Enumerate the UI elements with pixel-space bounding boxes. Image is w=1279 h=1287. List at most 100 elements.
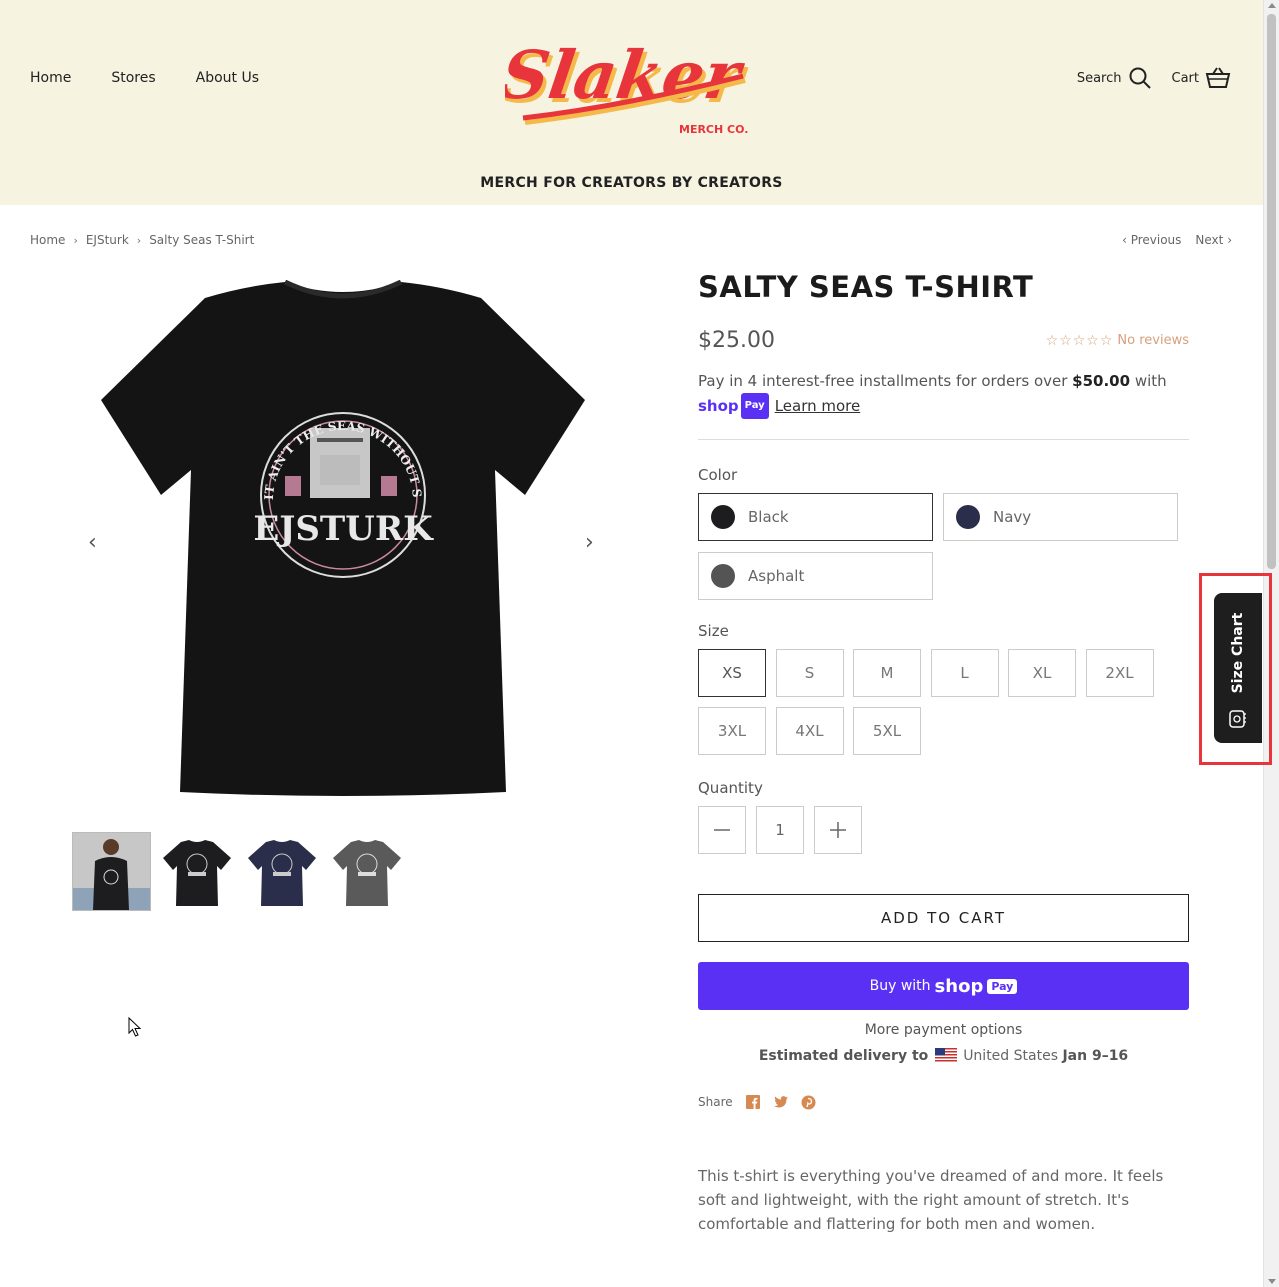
pay-word: Pay xyxy=(740,393,769,419)
shop-word: shop xyxy=(934,975,984,997)
product-info: SALTY SEAS T-SHIRT $25.00 ☆☆☆☆☆ No revie… xyxy=(698,270,1189,1236)
product-description: This t-shirt is everything you've dreame… xyxy=(698,1167,1164,1233)
breadcrumb-current: Salty Seas T-Shirt xyxy=(149,233,255,247)
scroll-thumb[interactable] xyxy=(1267,14,1276,569)
breadcrumb-collection[interactable]: EJSturk xyxy=(86,233,129,247)
us-flag-icon xyxy=(934,1048,957,1062)
size-option-s[interactable]: S xyxy=(775,649,844,697)
price-row: $25.00 ☆☆☆☆☆ No reviews xyxy=(698,328,1189,353)
installments-text: Pay in 4 interest-free installments for … xyxy=(698,372,1073,390)
buy-with-shoppay-button[interactable]: Buy with shop Pay xyxy=(698,962,1189,1010)
nav-stores[interactable]: Stores xyxy=(111,70,155,86)
pinterest-icon[interactable] xyxy=(801,1094,817,1110)
nav-home[interactable]: Home xyxy=(30,70,71,86)
thumbnail-model[interactable] xyxy=(72,832,151,911)
size-label: Size xyxy=(698,622,729,640)
mouse-cursor-icon xyxy=(128,1017,142,1037)
divider xyxy=(698,439,1189,440)
color-option-asphalt[interactable]: Asphalt xyxy=(698,552,933,600)
installments-amount: $50.00 xyxy=(1072,372,1131,390)
measuring-tape-icon xyxy=(1229,710,1246,728)
pay-word: Pay xyxy=(987,978,1018,994)
gallery-thumbnails xyxy=(72,832,406,911)
print-brand: EJSTURK xyxy=(253,509,434,549)
header-actions: Search Cart xyxy=(1077,66,1231,90)
buy-with-label: Buy with xyxy=(869,978,931,994)
size-option-5xl[interactable]: 5XL xyxy=(853,707,921,755)
color-option-navy[interactable]: Navy xyxy=(943,493,1178,541)
size-option-2xl[interactable]: 2XL xyxy=(1085,649,1154,697)
product-title: SALTY SEAS T-SHIRT xyxy=(698,270,1034,304)
tagline: MERCH FOR CREATORS BY CREATORS xyxy=(480,175,783,191)
share-label: Share xyxy=(698,1095,733,1109)
quantity-label: Quantity xyxy=(698,779,763,797)
quantity-stepper: 1 xyxy=(698,806,1189,854)
plus-icon xyxy=(830,822,846,838)
size-chart-tab[interactable]: Size Chart xyxy=(1214,593,1262,743)
size-option-xs[interactable]: XS xyxy=(698,649,766,697)
cart-button[interactable]: Cart xyxy=(1172,66,1232,90)
scroll-up-arrow[interactable] xyxy=(1268,3,1276,8)
thumbnail-image xyxy=(247,839,316,906)
size-picker: Size XS S M L XL 2XL 3XL 4XL 5XL xyxy=(698,622,1189,755)
quantity-decrease-button[interactable] xyxy=(698,806,746,854)
previous-link[interactable]: ‹ Previous xyxy=(1122,233,1181,247)
color-options: Black Navy Asphalt xyxy=(698,493,1189,600)
color-option-black[interactable]: Black xyxy=(698,493,933,541)
page-scrollbar[interactable] xyxy=(1263,0,1279,1287)
product-main-image[interactable]: IT AIN'T THE SEAS WITHOUT SOME SALT EJST… xyxy=(95,280,590,800)
size-option-3xl[interactable]: 3XL xyxy=(698,707,766,755)
facebook-icon[interactable] xyxy=(745,1094,761,1110)
cart-label: Cart xyxy=(1171,70,1200,86)
search-icon xyxy=(1129,67,1151,89)
gallery-next-arrow[interactable]: › xyxy=(585,530,594,555)
estimated-delivery: Estimated delivery to United States Jan … xyxy=(698,1048,1189,1064)
thumbnail-image xyxy=(332,839,401,906)
chevron-right-icon: › xyxy=(73,233,78,247)
color-name: Navy xyxy=(993,508,1032,526)
size-option-l[interactable]: L xyxy=(930,649,999,697)
chevron-right-icon: › xyxy=(136,233,142,247)
installments-info: Pay in 4 interest-free installments for … xyxy=(698,369,1189,419)
quantity-input[interactable]: 1 xyxy=(756,806,804,854)
thumbnail-black[interactable] xyxy=(157,832,236,911)
thumbnail-navy[interactable] xyxy=(242,832,321,911)
twitter-icon[interactable] xyxy=(773,1094,789,1110)
breadcrumb-home[interactable]: Home xyxy=(30,233,65,247)
color-swatch xyxy=(956,505,980,529)
product-pager: ‹ Previous Next › xyxy=(1122,233,1232,247)
reviews-summary[interactable]: ☆☆☆☆☆ No reviews xyxy=(1046,333,1189,349)
quantity-increase-button[interactable] xyxy=(814,806,862,854)
search-button[interactable]: Search xyxy=(1077,66,1152,90)
site-logo[interactable]: Slaker Slaker MERCH CO. xyxy=(505,22,755,142)
learn-more-link[interactable]: Learn more xyxy=(775,397,861,415)
delivery-country: United States xyxy=(963,1048,1058,1064)
color-swatch xyxy=(711,505,735,529)
scroll-down-arrow[interactable] xyxy=(1268,1279,1276,1284)
add-to-cart-button[interactable]: ADD TO CART xyxy=(698,894,1189,942)
next-link[interactable]: Next › xyxy=(1195,233,1232,247)
thumbnail-image xyxy=(162,839,231,906)
logo-subtext: MERCH CO. xyxy=(679,123,748,136)
breadcrumb: Home › EJSturk › Salty Seas T-Shirt xyxy=(30,233,254,247)
delivery-dates: Jan 9–16 xyxy=(1062,1048,1129,1064)
chevron-left-icon: ‹ xyxy=(1122,233,1131,247)
reviews-label: No reviews xyxy=(1117,333,1189,348)
installments-text-end: with xyxy=(1130,372,1167,390)
minus-icon xyxy=(714,829,730,831)
size-option-4xl[interactable]: 4XL xyxy=(775,707,844,755)
next-label: Next xyxy=(1195,233,1224,247)
more-payment-options-link[interactable]: More payment options xyxy=(698,1022,1189,1038)
color-name: Black xyxy=(748,508,789,526)
size-option-xl[interactable]: XL xyxy=(1008,649,1076,697)
chevron-right-icon: › xyxy=(1223,233,1232,247)
color-picker: Color Black Navy Asphalt xyxy=(698,466,1189,600)
size-option-m[interactable]: M xyxy=(853,649,921,697)
gallery-prev-arrow[interactable]: ‹ xyxy=(88,530,97,555)
quantity-section: Quantity 1 xyxy=(698,779,1189,854)
previous-label: Previous xyxy=(1130,233,1182,247)
thumbnail-image xyxy=(73,833,150,910)
color-label: Color xyxy=(698,466,738,484)
thumbnail-asphalt[interactable] xyxy=(327,832,406,911)
nav-about-us[interactable]: About Us xyxy=(196,70,259,86)
